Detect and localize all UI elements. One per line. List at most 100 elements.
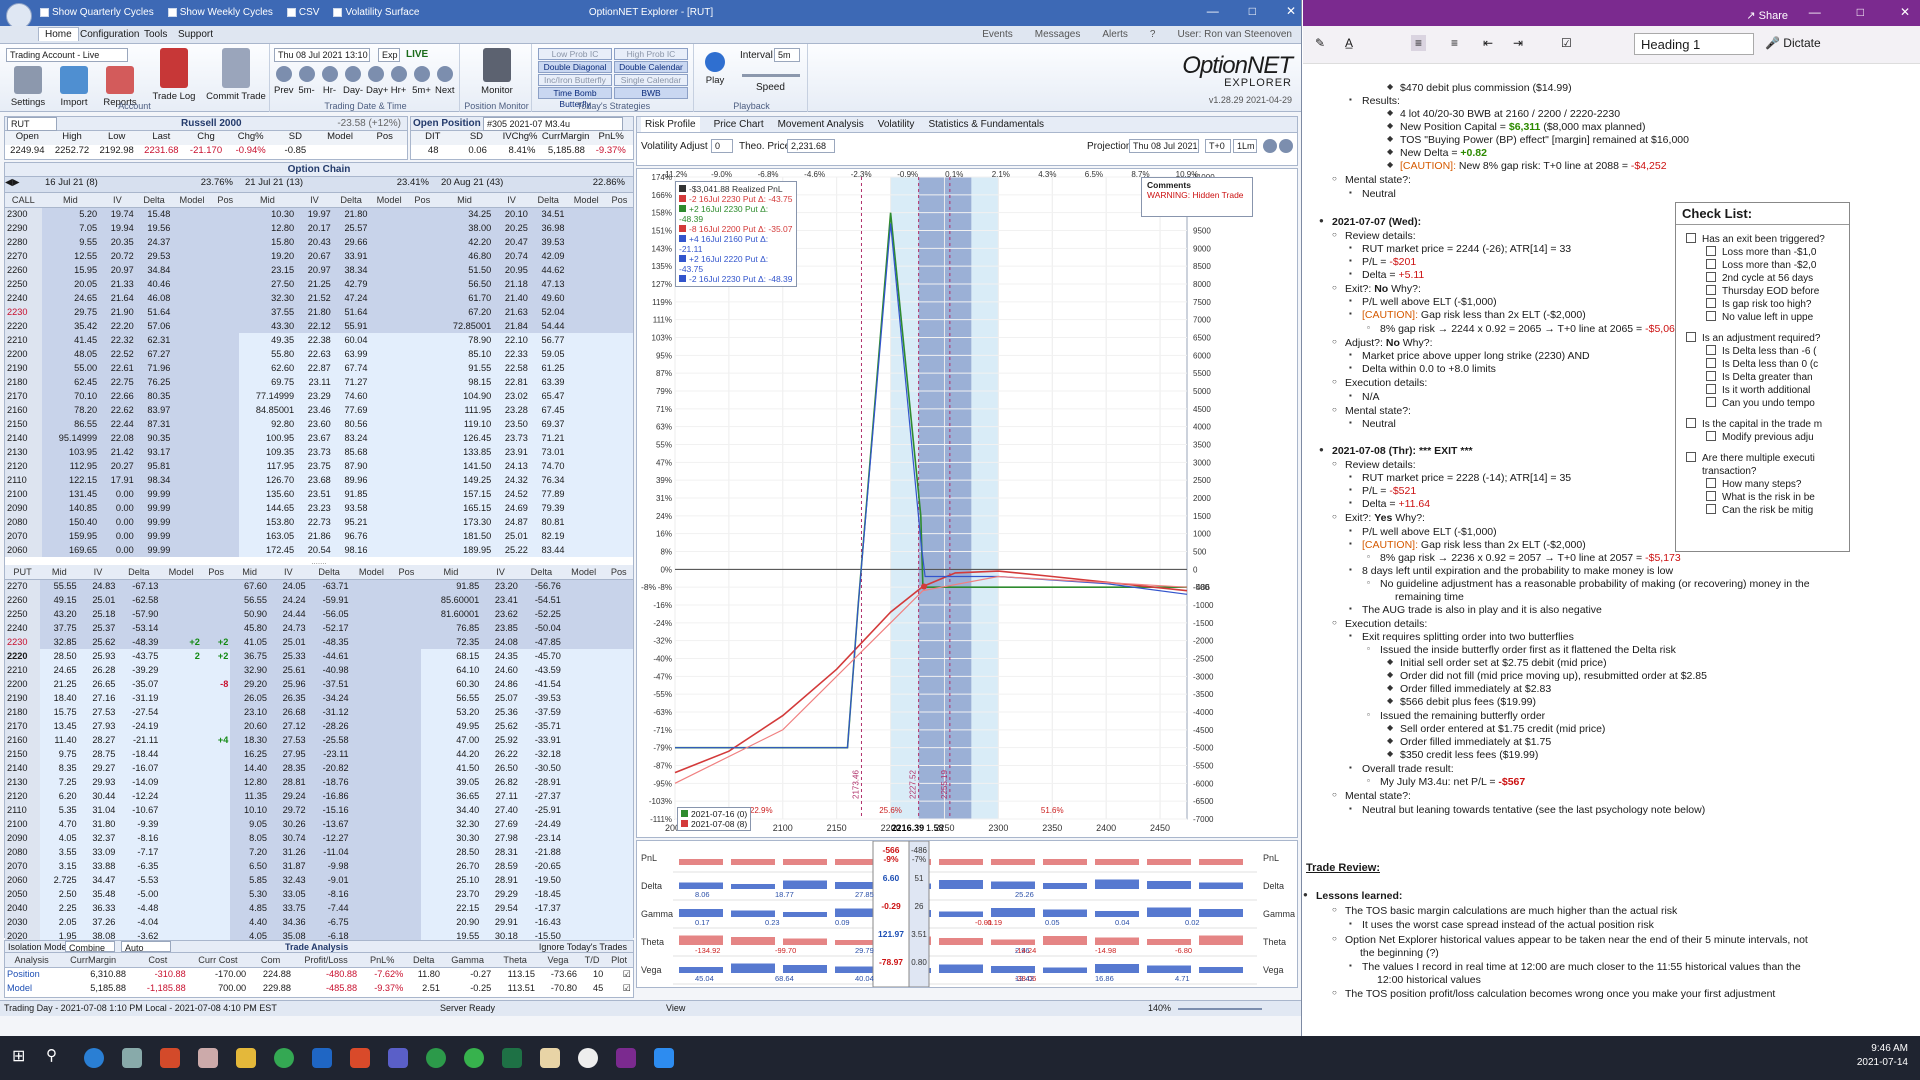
chain-cell[interactable]: 22.87: [296, 361, 333, 375]
chain-cell[interactable]: 29.93: [78, 775, 118, 789]
chain-cell[interactable]: 60.30: [420, 677, 482, 691]
chain-cell[interactable]: [172, 375, 212, 389]
chain-cell[interactable]: 91.85: [420, 579, 482, 593]
chain-cell[interactable]: 54.44: [529, 319, 567, 333]
chain-cell[interactable]: [350, 817, 393, 831]
chain-cell[interactable]: [160, 747, 202, 761]
chain-cell[interactable]: [408, 403, 436, 417]
chain-cell[interactable]: 173.30: [435, 515, 494, 529]
chain-cell[interactable]: 21.40: [493, 291, 530, 305]
strike-cell[interactable]: 2120: [5, 459, 42, 473]
calls-row-2250[interactable]: 2250 20.05 21.33 40.46 27.50 21.25 42.79 56.50 2…: [5, 277, 633, 291]
chain-cell[interactable]: 39.53: [529, 235, 567, 249]
strike-cell[interactable]: 2060: [5, 543, 42, 557]
chain-cell[interactable]: 21.84: [493, 319, 530, 333]
chain-cell[interactable]: 25.57: [332, 221, 370, 235]
chain-cell[interactable]: 23.70: [420, 887, 482, 901]
chain-cell[interactable]: 80.81: [529, 515, 567, 529]
chain-cell[interactable]: [604, 593, 633, 607]
position-select[interactable]: #305 2021-07 M3.4u: [483, 117, 623, 131]
strike-cell[interactable]: 2280: [5, 235, 42, 249]
chain-cell[interactable]: 56.50: [435, 277, 494, 291]
chain-cell[interactable]: 29.20: [230, 677, 269, 691]
chain-cell[interactable]: 56.55: [420, 691, 482, 705]
chain-cell[interactable]: 24.08: [481, 635, 520, 649]
chain-cell[interactable]: 140.85: [41, 501, 100, 515]
chain-cell[interactable]: -5.53: [117, 873, 161, 887]
checkbox-tag-icon[interactable]: ☑: [1561, 36, 1572, 50]
chain-cell[interactable]: 31.04: [78, 803, 118, 817]
chain-cell[interactable]: 20.67: [296, 249, 333, 263]
chain-cell[interactable]: [605, 333, 633, 347]
chain-cell[interactable]: [201, 621, 231, 635]
chain-cell[interactable]: [566, 235, 606, 249]
chain-cell[interactable]: -21.11: [117, 733, 161, 747]
forward-icon[interactable]: [1279, 139, 1293, 153]
strike-cell[interactable]: 2230: [5, 305, 42, 319]
trade-analysis-row[interactable]: Position 6,310.88 -310.88 -170.00 224.88 -480…: [5, 967, 633, 981]
chain-cell[interactable]: [566, 263, 606, 277]
calls-row-2210[interactable]: 2210 41.45 22.32 62.31 49.35 22.38 60.04 78.90 2…: [5, 333, 633, 347]
chain-cell[interactable]: [408, 445, 436, 459]
checkbox-icon[interactable]: [1706, 311, 1716, 321]
column-header[interactable]: IV: [493, 193, 530, 208]
chain-cell[interactable]: 131.45: [41, 487, 100, 501]
search-icon[interactable]: ⚲: [46, 1046, 66, 1066]
chain-cell[interactable]: -67.13: [117, 579, 161, 593]
chain-cell[interactable]: [160, 775, 202, 789]
column-header[interactable]: Cost: [128, 953, 188, 968]
app-icon[interactable]: [464, 1048, 484, 1068]
note-line[interactable]: remaining time: [1395, 591, 1464, 603]
chain-cell[interactable]: [211, 235, 239, 249]
chain-cell[interactable]: [566, 529, 606, 543]
chain-cell[interactable]: [172, 221, 212, 235]
windows-start-icon[interactable]: ⊞: [12, 1046, 32, 1066]
chain-cell[interactable]: 67.45: [529, 403, 567, 417]
chain-cell[interactable]: 41.45: [41, 333, 100, 347]
chain-cell[interactable]: 33.88: [78, 859, 118, 873]
chain-cell[interactable]: [408, 543, 436, 557]
chain-cell[interactable]: 92.80: [238, 417, 297, 431]
chain-cell[interactable]: 20.10: [493, 207, 530, 221]
chain-cell[interactable]: [605, 417, 633, 431]
chain-cell[interactable]: [350, 663, 393, 677]
puts-row-2190[interactable]: 2190 18.40 27.16 -31.19 26.05 26.35 -34.24 56.5…: [5, 691, 633, 705]
strike-cell[interactable]: 2120: [5, 789, 40, 803]
chain-cell[interactable]: 78.20: [41, 403, 100, 417]
note-line[interactable]: ▪ Delta within 0.0 to +8.0 limits: [1349, 363, 1496, 375]
note-line[interactable]: ◆ TOS "Buying Power (BP) effect" [margin]…: [1387, 134, 1689, 146]
chain-cell[interactable]: 24.87: [493, 515, 530, 529]
chain-cell[interactable]: 5.85: [230, 873, 269, 887]
chain-cell[interactable]: [408, 291, 436, 305]
chain-cell[interactable]: [211, 487, 239, 501]
chain-cell[interactable]: 20.74: [493, 249, 530, 263]
note-line[interactable]: ▪ Neutral: [1349, 418, 1396, 430]
strike-cell[interactable]: 2110: [5, 803, 40, 817]
strike-cell[interactable]: 2080: [5, 515, 42, 529]
chain-cell[interactable]: [201, 817, 231, 831]
chain-cell[interactable]: [408, 389, 436, 403]
live-indicator[interactable]: LIVE: [406, 49, 428, 60]
chain-cell[interactable]: [172, 473, 212, 487]
chain-cell[interactable]: 55.55: [40, 579, 79, 593]
chain-cell[interactable]: [172, 389, 212, 403]
chain-cell[interactable]: 117.95: [238, 459, 297, 473]
chain-cell[interactable]: 22.61: [99, 361, 136, 375]
chain-cell[interactable]: [201, 593, 231, 607]
chain-cell[interactable]: [369, 249, 409, 263]
chain-cell[interactable]: [369, 207, 409, 221]
chain-cell[interactable]: [408, 529, 436, 543]
note-line[interactable]: ▪ P/L well above ELT (-$1,000): [1349, 526, 1497, 538]
chain-cell[interactable]: +2: [160, 635, 202, 649]
strike-cell[interactable]: 2210: [5, 663, 40, 677]
chain-cell[interactable]: 72.35: [420, 635, 482, 649]
chain-cell[interactable]: [566, 249, 606, 263]
chain-cell[interactable]: [369, 543, 409, 557]
chain-cell[interactable]: 65.47: [529, 389, 567, 403]
chain-cell[interactable]: -6.75: [307, 915, 351, 929]
chain-cell[interactable]: [605, 403, 633, 417]
strike-cell[interactable]: 2090: [5, 501, 42, 515]
column-header[interactable]: Vega: [537, 953, 579, 968]
chain-cell[interactable]: 15.48: [135, 207, 173, 221]
chain-cell[interactable]: 23.46: [296, 403, 333, 417]
